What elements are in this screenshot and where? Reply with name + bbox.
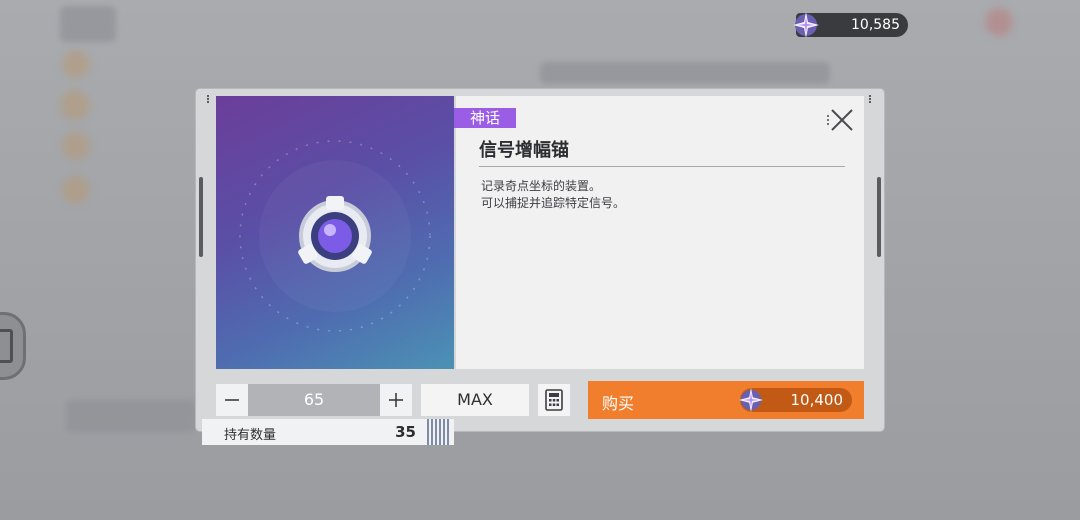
currency-amount: 10,585 xyxy=(851,17,900,33)
owned-label: 持有数量 xyxy=(224,428,277,443)
side-badge-icon[interactable] xyxy=(0,312,26,380)
modal-corner-dots xyxy=(207,95,211,103)
item-info-panel: 神话 信号增幅锚 记录奇点坐标的装置。 可以捕捉并追踪特定信号。 xyxy=(454,96,864,369)
calculator-button[interactable] xyxy=(538,384,570,416)
modal-edge-right xyxy=(877,177,881,257)
rarity-tag: 神话 xyxy=(454,108,516,128)
calculator-icon xyxy=(545,389,563,411)
price-amount: 10,400 xyxy=(790,391,844,409)
currency-display: 10,585 xyxy=(793,12,908,38)
crystal-icon xyxy=(792,11,820,43)
owned-count-bar: 持有数量 35 xyxy=(202,419,454,445)
bg-panel xyxy=(66,400,196,432)
plus-icon xyxy=(389,393,403,407)
price-display: 10,400 xyxy=(738,387,852,413)
bg-orb xyxy=(62,50,90,78)
item-description: 记录奇点坐标的装置。 可以捕捉并追踪特定信号。 xyxy=(481,179,626,210)
barcode-decoration xyxy=(427,419,451,445)
quantity-value[interactable]: 65 xyxy=(248,390,380,409)
buy-label: 购买 xyxy=(602,394,635,413)
crystal-icon xyxy=(738,387,764,417)
bg-menu-block xyxy=(60,6,116,42)
item-name: 信号增幅锚 xyxy=(479,140,569,161)
bg-orb xyxy=(62,132,90,160)
bg-orb xyxy=(62,176,90,204)
minus-icon xyxy=(225,399,239,401)
increase-button[interactable] xyxy=(380,384,412,416)
item-artwork xyxy=(216,96,454,369)
quantity-stepper: 65 xyxy=(216,384,412,416)
bg-orb xyxy=(985,8,1013,36)
decrease-button[interactable] xyxy=(216,384,248,416)
bg-header-bar xyxy=(540,62,830,84)
buy-button[interactable]: 购买 10,400 xyxy=(588,381,864,419)
modal-corner-dots xyxy=(869,95,873,103)
bg-orb xyxy=(60,90,90,120)
divider xyxy=(479,166,845,167)
modal-edge-left xyxy=(199,177,203,257)
close-icon xyxy=(827,109,853,131)
close-button[interactable] xyxy=(826,106,854,134)
owned-count: 35 xyxy=(395,423,416,441)
max-button[interactable]: MAX xyxy=(421,384,529,416)
purchase-dialog: 持有数量 35 神话 信号增幅锚 记录奇点坐标的装置。 可以捕捉并追踪特定信号。… xyxy=(196,89,884,445)
